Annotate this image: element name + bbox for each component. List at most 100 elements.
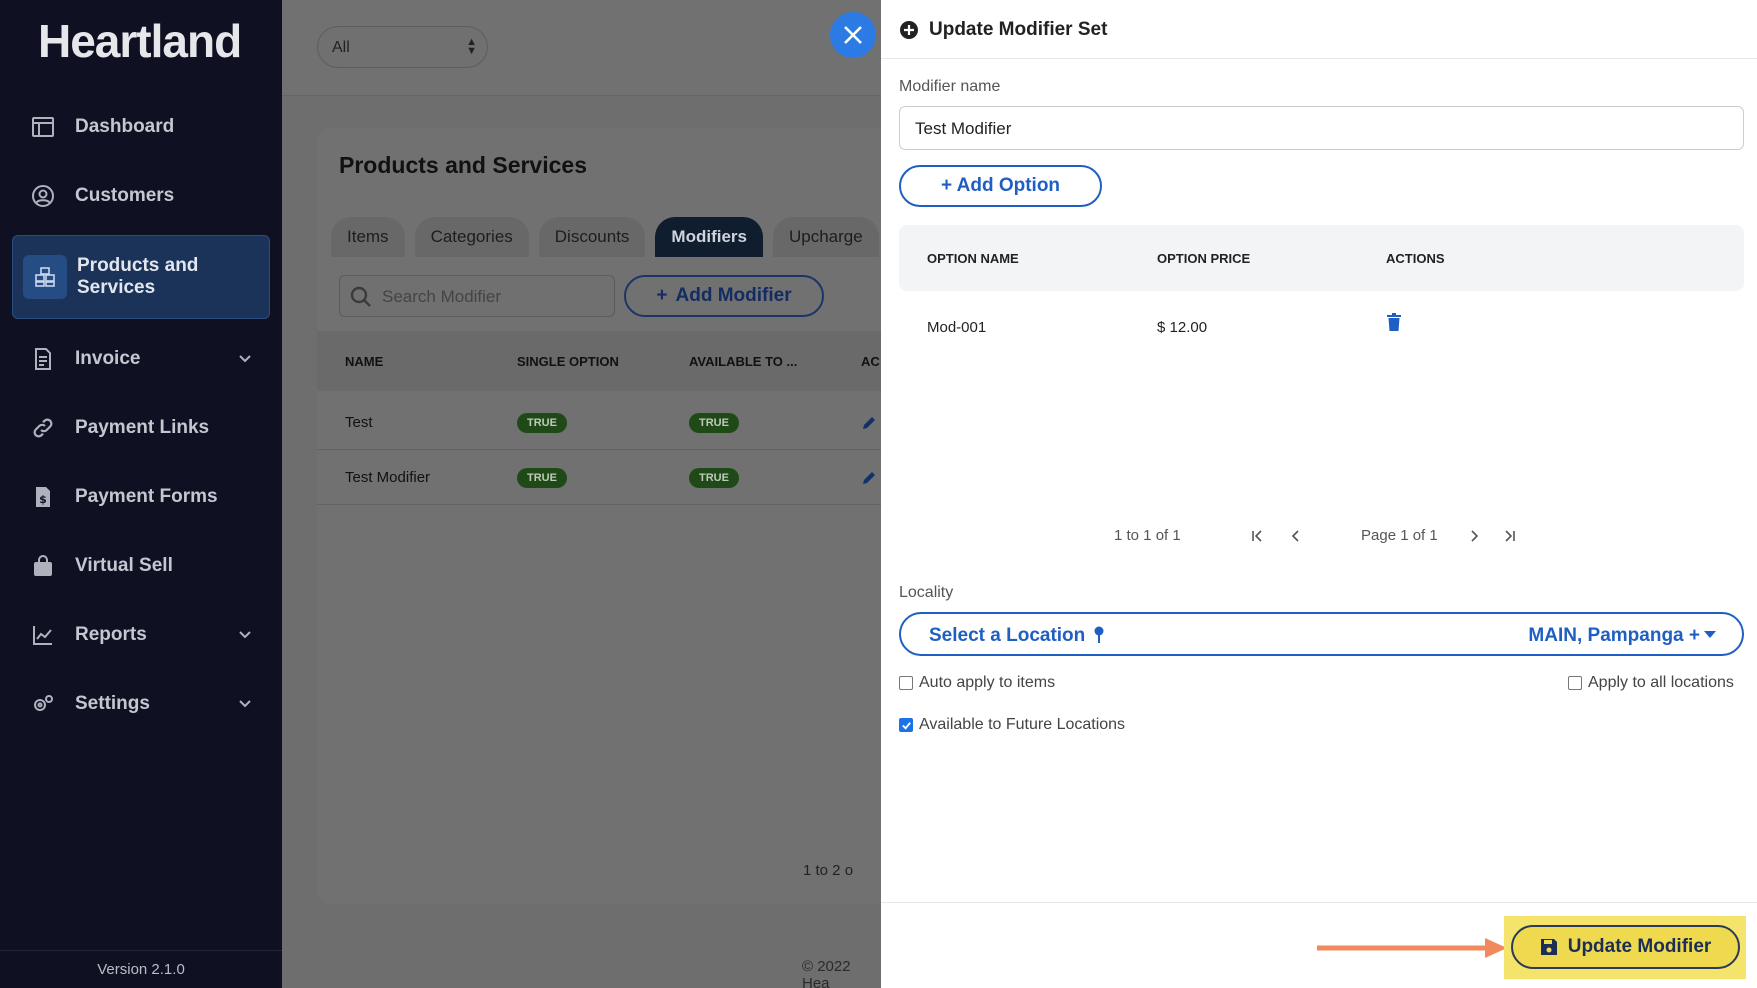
status-badge: TRUE [689,412,739,433]
add-modifier-button[interactable]: + Add Modifier [624,275,824,317]
option-price: $ 12.00 [1157,319,1208,336]
table-pager: 1 to 2 o [803,862,854,879]
future-locations-checkbox[interactable]: Available to Future Locations [899,716,1125,734]
status-badge: TRUE [517,467,567,488]
panel-header: Update Modifier Set [881,0,1757,59]
selected-location: MAIN, Pampanga + [1528,625,1700,646]
close-panel-button[interactable] [830,12,876,58]
svg-text:$: $ [39,493,47,506]
table-row[interactable]: Test Modifier TRUE TRUE [317,451,917,505]
sidebar-item-virtual-sell[interactable]: Virtual Sell [12,531,270,600]
sidebar-item-label: Products and Services [77,255,199,298]
auto-apply-checkbox[interactable]: Auto apply to items [899,674,1055,692]
sidebar-nav: Dashboard Customers Products and Service… [12,92,270,738]
checkbox-box [899,718,913,732]
panel-footer: Update Modifier [881,902,1757,988]
col-option-price: OPTION PRICE [1157,251,1251,266]
chevron-down-icon [239,631,251,639]
file-icon [31,347,55,371]
sidebar-item-invoice[interactable]: Invoice [12,324,270,393]
edit-icon[interactable] [861,470,877,486]
last-page-icon[interactable] [1502,528,1518,544]
tab-categories[interactable]: Categories [414,217,529,257]
apply-all-locations-checkbox[interactable]: Apply to all locations [1568,674,1734,692]
modifier-name-input[interactable]: Test Modifier [899,106,1744,150]
tab-items[interactable]: Items [331,217,405,257]
sidebar-item-dashboard[interactable]: Dashboard [12,92,270,161]
tab-upcharge[interactable]: Upcharge [772,217,879,257]
checkbox-box [899,676,913,690]
option-name: Mod-001 [927,319,987,336]
pagination-page: Page 1 of 1 [1361,527,1438,544]
tab-modifiers[interactable]: Modifiers [655,217,763,257]
user-circle-icon [31,184,55,208]
app-version: Version 2.1.0 [0,950,282,988]
dollar-file-icon: $ [31,485,55,509]
sidebar-item-reports[interactable]: Reports [12,600,270,669]
checkbox-box [1568,676,1582,690]
gears-icon [31,692,55,716]
search-input[interactable]: Search Modifier [339,275,615,317]
save-icon [1540,939,1557,955]
main-content-overlay: All ▲ ▼ Products and Services Items Categ… [282,0,917,988]
delete-option-button[interactable] [1386,313,1402,335]
chevron-down-icon [239,700,251,708]
filter-select[interactable]: All ▲ ▼ [317,26,488,68]
caret-down-icon [1704,631,1716,638]
sidebar-item-label: Virtual Sell [75,554,173,576]
close-icon [844,26,862,44]
chart-icon [31,623,55,647]
prev-page-icon[interactable] [1288,528,1304,544]
sidebar-item-label: Dashboard [75,115,175,137]
col-name: NAME [345,353,384,369]
first-page-icon[interactable] [1249,528,1265,544]
filter-value: All [332,39,350,56]
status-badge: TRUE [689,467,739,488]
sidebar-item-products-and-services[interactable]: Products and Services [12,235,270,319]
tab-discounts[interactable]: Discounts [538,217,646,257]
select-location-label: Select a Location [929,625,1086,646]
sidebar-item-customers[interactable]: Customers [12,161,270,230]
update-modifier-panel: Update Modifier Set Modifier name Test M… [881,0,1757,988]
auto-apply-label: Auto apply to items [919,674,1056,691]
add-option-button[interactable]: + Add Option [899,165,1102,207]
update-modifier-button[interactable]: Update Modifier [1511,925,1740,969]
next-page-icon[interactable] [1466,528,1482,544]
col-actions: ACTIONS [1386,251,1445,266]
heartland-logo: Heartland [38,15,242,67]
dashboard-icon [31,115,55,139]
sidebar: Heartland Dashboard Customers Products a… [0,0,282,988]
sidebar-item-label: Payment Links [75,416,210,438]
sidebar-item-settings[interactable]: Settings [12,669,270,738]
sidebar-item-label: Customers [75,184,175,206]
future-locations-label: Available to Future Locations [919,716,1126,733]
options-pagination: 1 to 1 of 1 Page 1 of 1 [899,527,1744,549]
sidebar-item-label: Payment Forms [75,485,218,507]
col-option-name: OPTION NAME [927,251,1019,266]
link-icon [31,416,55,440]
select-arrows-icon: ▲ ▼ [466,36,477,57]
sidebar-item-payment-forms[interactable]: $ Payment Forms [12,462,270,531]
plus-circle-icon [900,21,918,39]
update-modifier-label: Update Modifier [1567,936,1712,957]
products-card: Products and Services Items Categories D… [317,128,917,904]
tab-bar: Items Categories Discounts Modifiers Upc… [331,217,879,257]
panel-title: Update Modifier Set [929,19,1108,40]
col-available: AVAILABLE TO ... [689,353,798,369]
modifier-table-header: NAME SINGLE OPTION AVAILABLE TO ... AC [317,331,917,391]
shopping-bag-icon [31,554,55,578]
arrow-annotation-icon [1317,938,1507,958]
copyright: © 2022 Hea [802,958,851,988]
location-select[interactable]: Select a Location MAIN, Pampanga + [899,612,1744,656]
chevron-down-icon [239,355,251,363]
page-title: Products and Services [339,152,587,178]
sidebar-item-label: Reports [75,623,147,645]
sidebar-item-payment-links[interactable]: Payment Links [12,393,270,462]
col-actions: AC [861,353,880,369]
options-table: OPTION NAME OPTION PRICE ACTIONS Mod-001… [899,225,1744,525]
table-row: Mod-001 $ 12.00 [899,293,1744,349]
edit-icon[interactable] [861,415,877,431]
pagination-count: 1 to 1 of 1 [1114,527,1181,544]
table-row[interactable]: Test TRUE TRUE [317,396,917,450]
trash-icon [1387,313,1401,331]
